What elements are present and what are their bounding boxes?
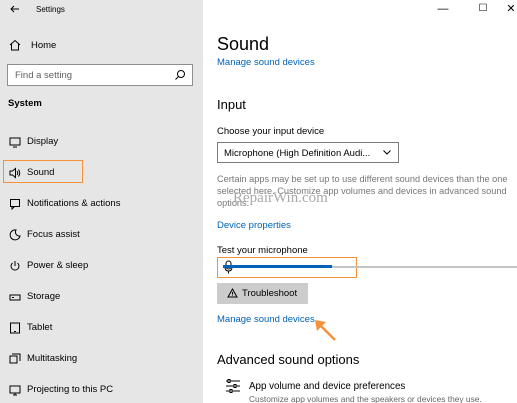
storage-icon (9, 294, 21, 301)
app-volume-preferences-link[interactable]: App volume and device preferences (249, 381, 405, 392)
test-microphone-label: Test your microphone (217, 245, 308, 256)
troubleshoot-label: Troubleshoot (242, 288, 298, 299)
multitasking-icon (9, 353, 21, 364)
power-icon (10, 261, 20, 271)
sidebar-item-label: Tablet (27, 322, 53, 333)
sidebar-item-label: Focus assist (27, 229, 80, 240)
search-input[interactable]: Find a setting (7, 64, 193, 86)
sidebar-item-label: Storage (27, 291, 61, 302)
sidebar-item-label: Projecting to this PC (27, 384, 114, 395)
sidebar-item-label: Multitasking (27, 353, 78, 364)
sidebar-item-tablet[interactable]: Tablet (0, 317, 203, 339)
advanced-sound-heading: Advanced sound options (217, 352, 360, 367)
warning-icon (227, 288, 238, 298)
page-title: Sound (217, 34, 270, 54)
mic-level-fill (223, 265, 332, 268)
manage-sound-devices-link-top[interactable]: Manage sound devices (217, 57, 315, 68)
watermark: RepairWin.com (233, 190, 328, 206)
home-label: Home (31, 39, 57, 51)
input-device-dropdown[interactable]: Microphone (High Definition Audi... (217, 142, 399, 163)
orange-arrow-icon (315, 320, 336, 341)
sidebar-item-label: Power & sleep (27, 260, 89, 271)
sidebar-item-focus-assist[interactable]: Focus assist (0, 224, 203, 246)
tablet-icon (10, 322, 20, 334)
sidebar-item-projecting[interactable]: Projecting to this PC (0, 379, 203, 401)
manage-sound-devices-link[interactable]: Manage sound devices (217, 314, 315, 325)
sidebar-item-label: Notifications & actions (27, 198, 121, 209)
app-volume-description: Customize app volumes and the speakers o… (249, 394, 482, 403)
sidebar-item-label: Sound (27, 167, 55, 178)
input-heading: Input (217, 97, 246, 112)
sidebar-item-display[interactable]: Display (0, 131, 203, 153)
window-title: Settings (36, 5, 65, 14)
input-device-value: Microphone (High Definition Audi... (224, 148, 371, 159)
troubleshoot-button[interactable]: Troubleshoot (217, 283, 308, 304)
sidebar-item-multitasking[interactable]: Multitasking (0, 348, 203, 370)
main-content: Sound Manage sound devices Input Choose … (203, 0, 517, 403)
device-properties-link[interactable]: Device properties (217, 220, 291, 231)
home-link[interactable]: Home (9, 38, 56, 52)
sidebar-item-power-sleep[interactable]: Power & sleep (0, 255, 203, 277)
search-icon (175, 70, 185, 80)
notifications-icon (10, 199, 20, 210)
sidebar-item-notifications[interactable]: Notifications & actions (0, 193, 203, 215)
section-label: System (8, 98, 42, 109)
speaker-icon (9, 167, 21, 179)
sidebar-item-storage[interactable]: Storage (0, 286, 203, 308)
sidebar-item-label: Display (27, 136, 59, 147)
projecting-icon (9, 385, 21, 396)
chevron-down-icon (383, 150, 391, 155)
home-icon (9, 39, 21, 51)
sliders-icon (226, 379, 240, 393)
choose-input-device-label: Choose your input device (217, 126, 325, 137)
moon-icon (9, 229, 21, 241)
search-placeholder: Find a setting (15, 70, 73, 81)
sidebar-item-sound[interactable]: Sound (0, 162, 203, 184)
display-icon (9, 137, 21, 148)
back-arrow-icon[interactable] (9, 3, 21, 15)
